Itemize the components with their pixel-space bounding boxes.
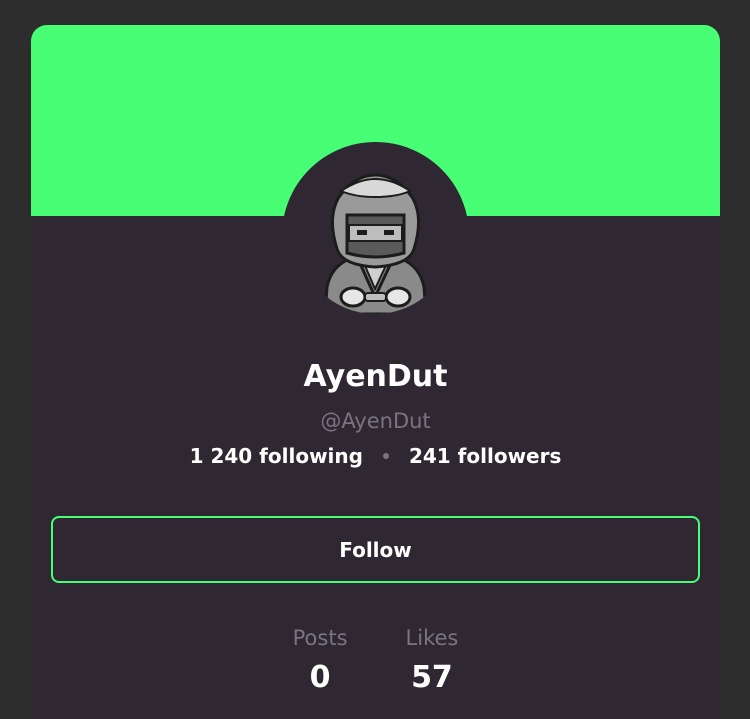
posts-counter[interactable]: Posts 0 bbox=[293, 622, 348, 700]
posts-value: 0 bbox=[309, 660, 331, 695]
profile-counters: Posts 0 Likes 57 bbox=[31, 622, 720, 700]
posts-label: Posts bbox=[292, 626, 348, 650]
hooded-ninja-avatar-icon bbox=[297, 157, 454, 314]
profile-display-name: AyenDut bbox=[303, 359, 448, 394]
follow-stats: 1 240 following 241 followers bbox=[31, 441, 720, 471]
profile-handle: @AyenDut bbox=[320, 409, 431, 433]
following-count-link[interactable]: 1 240 following bbox=[190, 441, 363, 471]
followers-count-link[interactable]: 241 followers bbox=[409, 441, 561, 471]
likes-counter[interactable]: Likes 57 bbox=[406, 622, 459, 700]
profile-card: AyenDut @AyenDut 1 240 following 241 fol… bbox=[31, 25, 720, 719]
avatar[interactable] bbox=[297, 157, 454, 314]
follow-button[interactable]: Follow bbox=[51, 516, 700, 583]
likes-label: Likes bbox=[405, 626, 459, 650]
likes-value: 57 bbox=[411, 660, 453, 695]
separator-dot bbox=[382, 453, 389, 459]
